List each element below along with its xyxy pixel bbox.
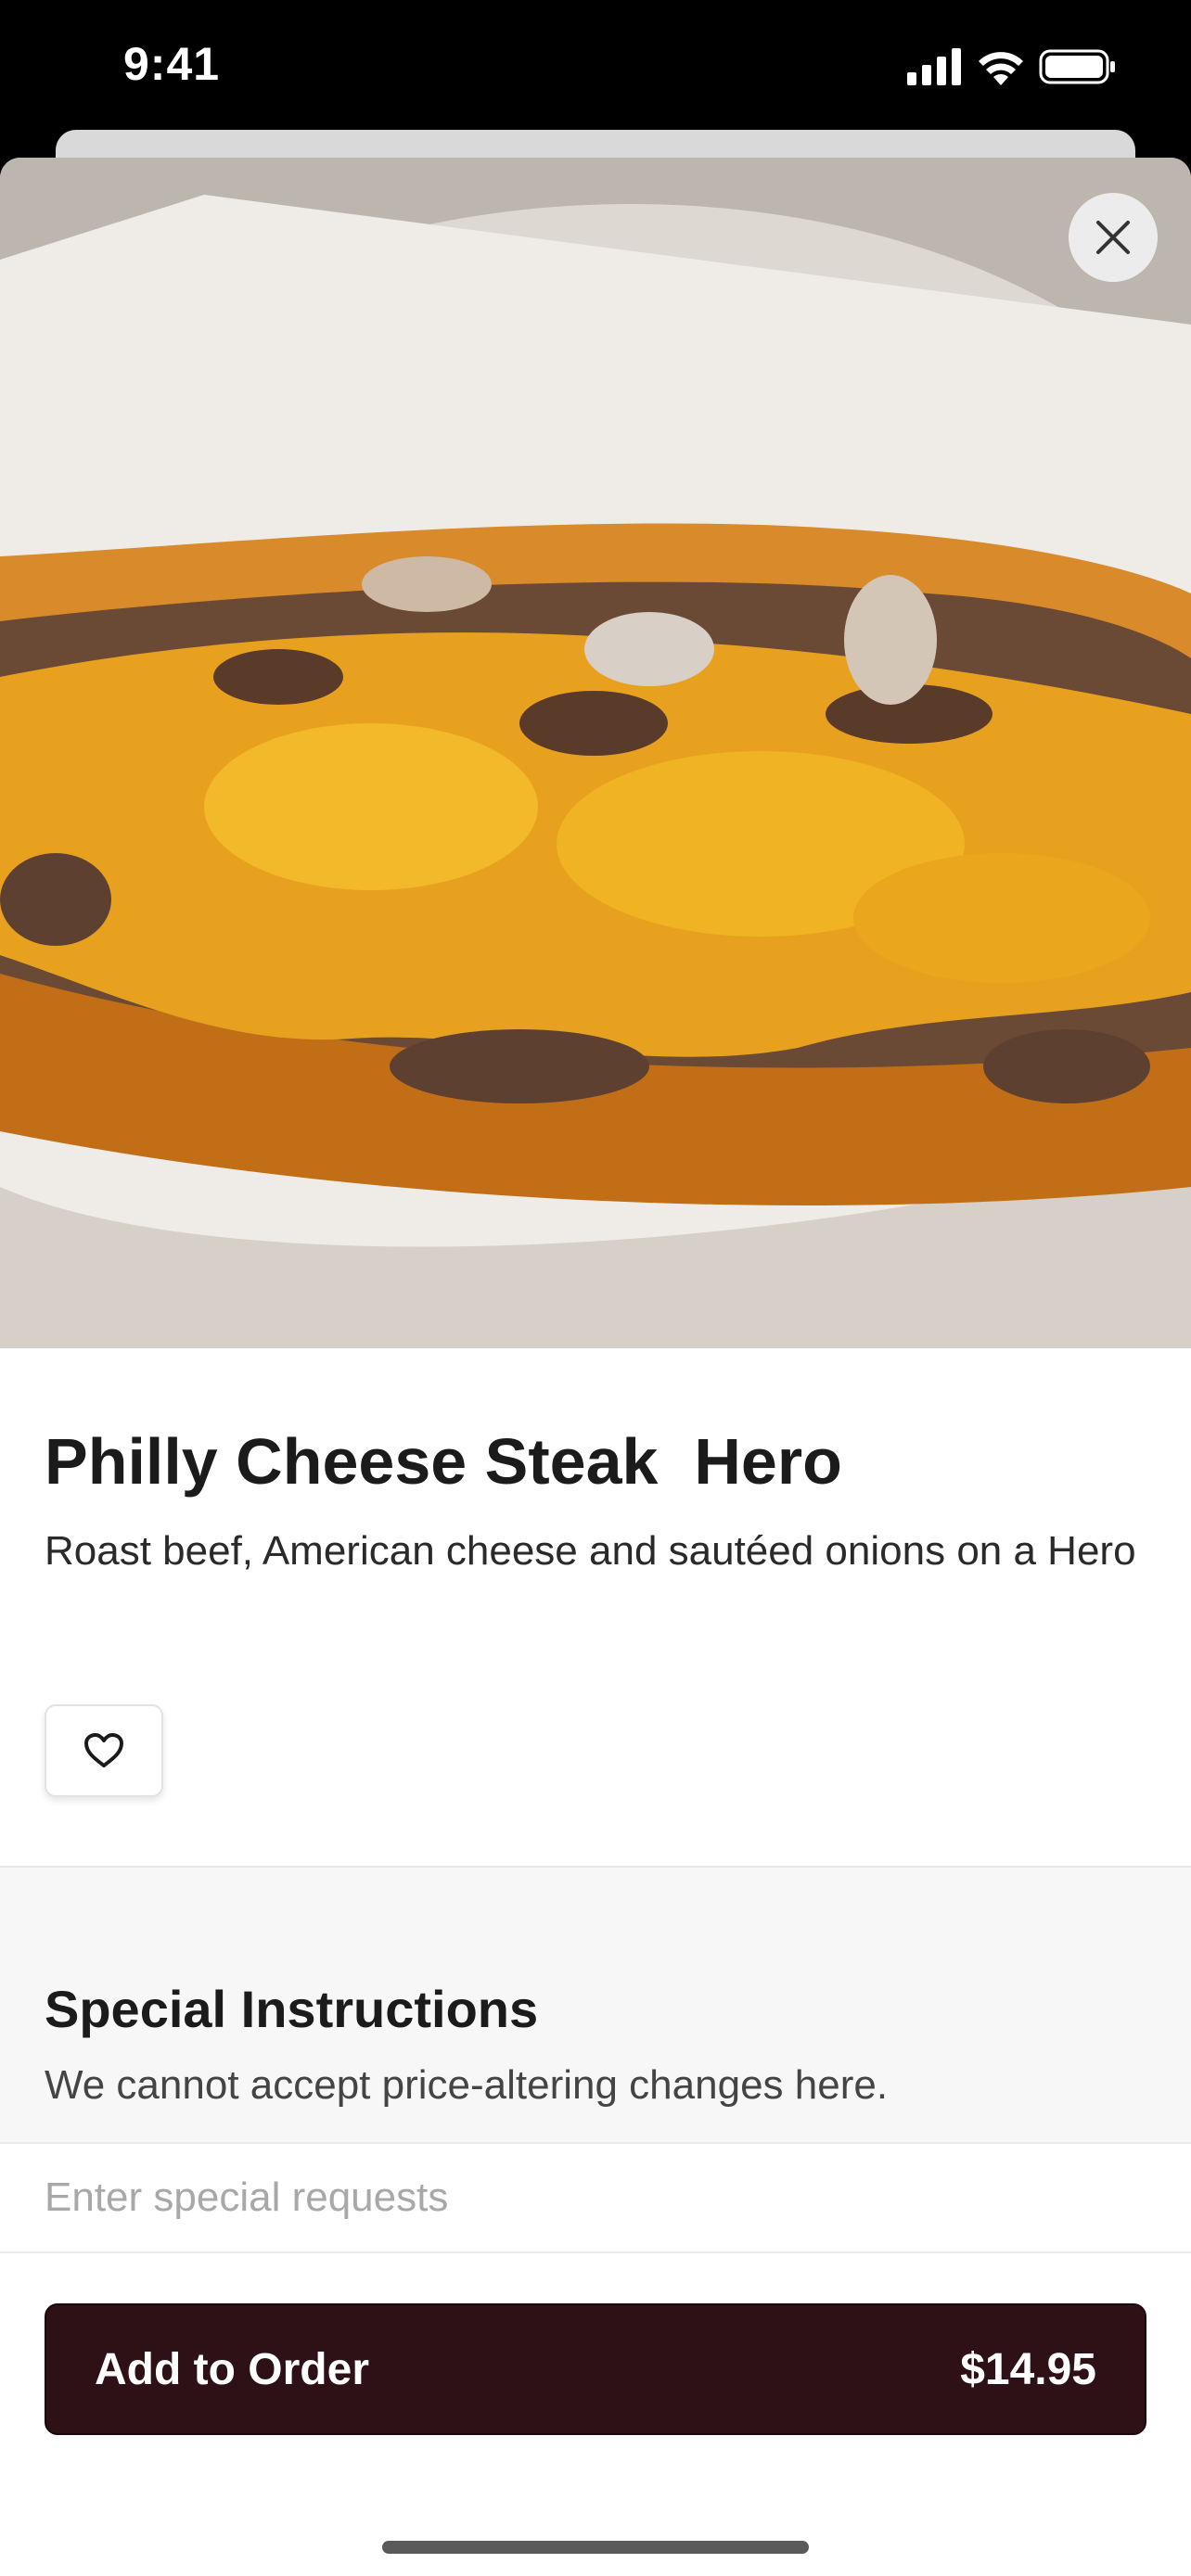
special-instructions-title: Special Instructions <box>45 1980 539 2038</box>
item-photo <box>0 158 1191 1348</box>
home-indicator <box>382 2541 809 2554</box>
status-bar: 9:41 <box>0 0 1191 132</box>
item-description: Roast beef, American cheese and sautéed … <box>45 1528 1136 1574</box>
favorite-button[interactable] <box>45 1704 163 1797</box>
add-to-order-button[interactable]: Add to Order $14.95 <box>45 2303 1146 2435</box>
special-instructions-note: We cannot accept price-altering changes … <box>45 2062 889 2108</box>
wifi-icon <box>979 52 1023 85</box>
item-info: Philly Cheese Steak Hero Roast beef, Ame… <box>0 1348 1191 1868</box>
close-icon <box>1096 221 1130 254</box>
battery-icon <box>1039 49 1115 84</box>
heart-icon <box>84 1733 123 1767</box>
item-detail-sheet: Philly Cheese Steak Hero Roast beef, Ame… <box>0 158 1191 2576</box>
special-instructions-section: Special Instructions We cannot accept pr… <box>0 1868 1191 2142</box>
status-icons <box>907 48 1117 85</box>
cellular-signal-icon <box>907 48 961 85</box>
special-requests-row <box>0 2142 1191 2253</box>
item-title: Philly Cheese Steak Hero <box>45 1425 842 1498</box>
add-to-order-label: Add to Order <box>95 2344 369 2394</box>
special-requests-input[interactable] <box>45 2161 1146 2235</box>
status-time: 9:41 <box>123 38 221 90</box>
order-footer: Add to Order $14.95 <box>0 2253 1191 2576</box>
order-price: $14.95 <box>960 2344 1096 2394</box>
close-button[interactable] <box>1069 193 1158 282</box>
